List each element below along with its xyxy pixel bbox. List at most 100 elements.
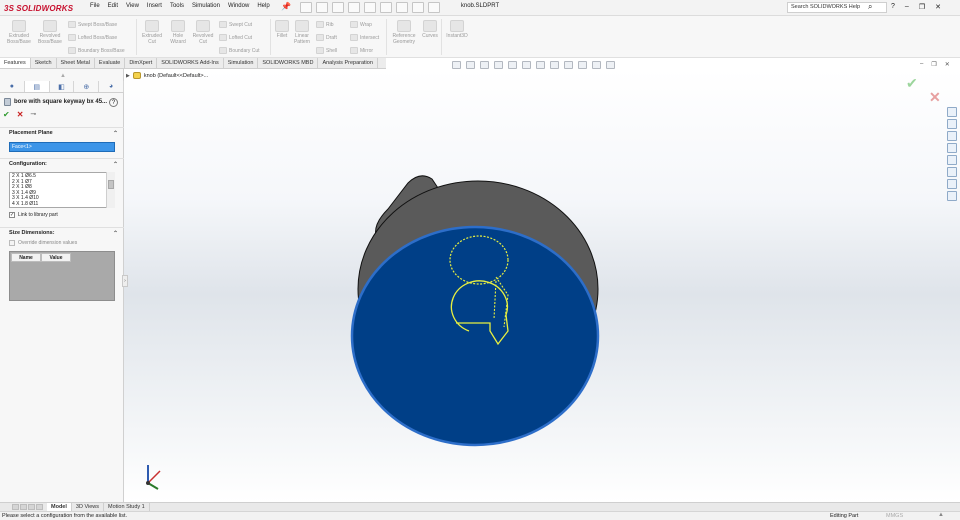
boundary-boss-button[interactable]: Boundary Boss/Base [68,47,125,54]
boundary-cut-button[interactable]: Boundary Cut [219,47,260,54]
undo-icon[interactable] [364,2,376,13]
tab-analysis-preparation[interactable]: Analysis Preparation [318,58,378,68]
menu-insert[interactable]: Insert [147,3,162,9]
search-icon[interactable]: ⌕ [868,2,872,12]
checkbox-checked-icon[interactable]: ✓ [9,212,15,218]
linear-pattern-button[interactable]: Linear Pattern [291,20,313,45]
help-icon[interactable]: ? [109,98,118,107]
override-dimensions-checkbox[interactable]: Override dimension values [9,240,77,246]
expand-arrow-icon[interactable]: ▶ [126,73,130,79]
ok-check-icon[interactable]: ✔ [3,110,10,119]
swept-cut-button[interactable]: Swept Cut [219,21,252,28]
cancel-x-icon[interactable]: ✕ [17,110,24,119]
resources-icon[interactable] [947,107,957,117]
display-manager-icon[interactable]: ◕ [99,81,124,92]
list-item[interactable]: 4 X 1.8 Ø11 [12,201,112,207]
close-icon[interactable]: ✕ [935,3,941,11]
tab-sheet-metal[interactable]: Sheet Metal [57,58,95,68]
pushpin-icon[interactable]: ⊸ [30,110,36,119]
help-icon[interactable]: ? [891,3,895,11]
previous-view-icon[interactable] [480,61,489,69]
file-properties-icon[interactable] [412,2,424,13]
appearances-icon[interactable] [947,155,957,165]
tab-features[interactable]: Features [0,58,31,68]
configuration-header[interactable]: Configuration: ⌃ [0,158,124,169]
doc-restore-icon[interactable]: ❐ [931,61,936,68]
new-icon[interactable] [300,2,312,13]
tab-dimxpert[interactable]: DimXpert [125,58,158,68]
collapse-icon[interactable]: ⌃ [113,130,118,138]
dynamic-annotation-icon[interactable] [508,61,517,69]
configuration-scrollbar[interactable] [106,172,115,208]
last-tab-icon[interactable] [36,504,43,510]
extruded-cut-button[interactable]: Extruded Cut [139,20,165,45]
dimensions-table[interactable]: Name Value [9,251,115,301]
design-library-icon[interactable] [947,119,957,129]
custom-properties-icon[interactable] [947,167,957,177]
tab-evaluate[interactable]: Evaluate [95,58,126,68]
configuration-list[interactable]: 2 X 1 Ø6.5 2 X 1 Ø7 2 X 1 Ø8 3 X 1.4 Ø9 … [9,172,115,208]
property-manager-icon[interactable]: ▤ [24,81,50,92]
section-view-icon[interactable] [494,61,503,69]
doc-close-icon[interactable]: ✕ [945,61,950,68]
menu-help[interactable]: Help [257,3,269,9]
lofted-cut-button[interactable]: Lofted Cut [219,34,252,41]
unit-system[interactable]: MMGS [886,513,903,519]
menu-file[interactable]: File [90,3,100,9]
zoom-to-fit-icon[interactable] [452,61,461,69]
placement-face-field[interactable]: Face<1> [9,142,115,152]
confirm-check-icon[interactable]: ✔ [906,75,918,92]
tab-addins[interactable]: SOLIDWORKS Add-Ins [157,58,224,68]
restore-icon[interactable]: ❐ [919,3,925,11]
tab-mbd[interactable]: SOLIDWORKS MBD [258,58,319,68]
reference-geometry-button[interactable]: Reference Geometry [389,20,419,45]
customize-icon[interactable]: ▲ [938,512,944,518]
doc-minimize-icon[interactable]: – [920,61,923,68]
next-tab-icon[interactable] [28,504,35,510]
lofted-boss-button[interactable]: Lofted Boss/Base [68,34,117,41]
mirror-button[interactable]: Mirror [350,47,373,54]
pin-icon[interactable]: 📌 [281,2,291,11]
revolved-boss-button[interactable]: Revolved Boss/Base [35,20,65,45]
placement-plane-header[interactable]: Placement Plane ⌃ [0,127,124,138]
view-palette-icon[interactable] [947,143,957,153]
rebuild-icon[interactable] [396,2,408,13]
size-dimensions-header[interactable]: Size Dimensions: ⌃ [0,227,124,238]
collapse-icon[interactable]: ⌃ [113,230,118,238]
open-icon[interactable] [316,2,328,13]
menu-window[interactable]: Window [228,3,249,9]
view-settings-icon[interactable] [592,61,601,69]
graphics-area[interactable]: ▶ knob (Default<<Default>... ✔ ✕ [124,69,960,502]
flyout-tree[interactable]: ▶ knob (Default<<Default>... [126,72,208,79]
menu-tools[interactable]: Tools [170,3,184,9]
swept-boss-button[interactable]: Swept Boss/Base [68,21,117,28]
revolved-cut-button[interactable]: Revolved Cut [190,20,216,45]
zoom-to-area-icon[interactable] [466,61,475,69]
save-icon[interactable] [332,2,344,13]
menu-simulation[interactable]: Simulation [192,3,220,9]
tab-sketch[interactable]: Sketch [31,58,57,68]
wrap-button[interactable]: Wrap [350,21,372,28]
forum-icon[interactable] [947,179,957,189]
hole-wizard-button[interactable]: Hole Wizard [165,20,191,45]
configuration-manager-icon[interactable]: ◧ [50,81,75,92]
dimxpert-manager-icon[interactable]: ⊕ [74,81,100,92]
apply-scene-icon[interactable] [578,61,587,69]
first-tab-icon[interactable] [12,504,19,510]
instant3d-button[interactable]: Instant3D [443,20,471,39]
link-library-checkbox[interactable]: ✓ Link to library part [9,212,58,218]
monitor-icon[interactable] [606,61,615,69]
curves-button[interactable]: Curves [420,20,440,39]
drag-handle-icon[interactable]: ▲ [60,73,66,79]
toolbox-icon[interactable] [947,191,957,201]
shell-button[interactable]: Shell [316,47,337,54]
column-name[interactable]: Name [11,253,41,262]
menu-edit[interactable]: Edit [108,3,118,9]
fillet-button[interactable]: Fillet [273,20,291,39]
edit-appearance-icon[interactable] [564,61,573,69]
options-icon[interactable] [428,2,440,13]
display-style-icon[interactable] [536,61,545,69]
extruded-boss-button[interactable]: Extruded Boss/Base [4,20,34,45]
minimize-icon[interactable]: – [905,3,909,11]
confirm-cancel-icon[interactable]: ✕ [929,89,941,106]
